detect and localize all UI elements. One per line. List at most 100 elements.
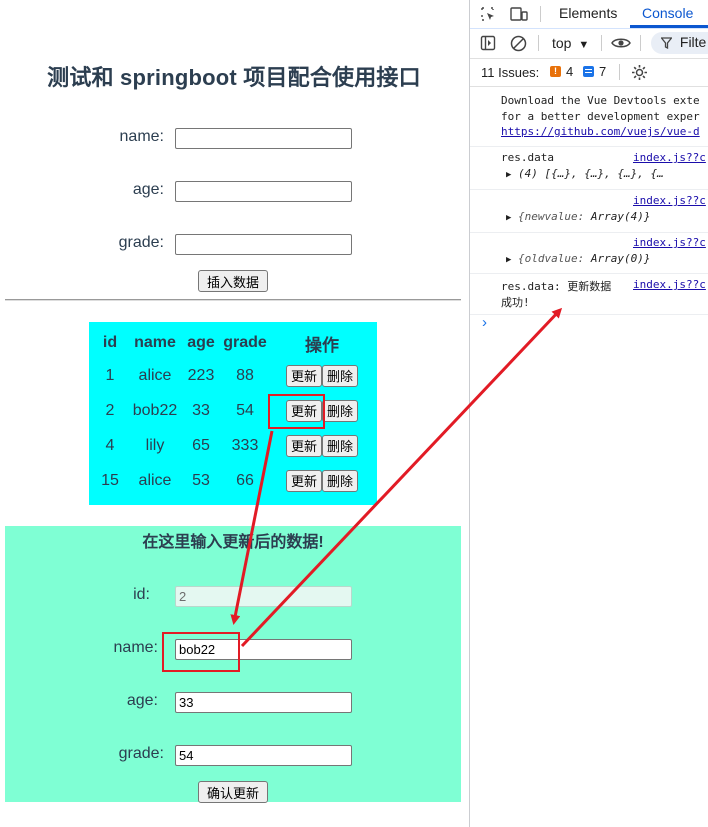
sidebar-toggle-icon[interactable] xyxy=(480,35,496,51)
device-toolbar-icon[interactable] xyxy=(510,6,528,22)
console-prompt-icon[interactable]: › xyxy=(482,314,487,331)
grade-label: grade: xyxy=(118,234,164,251)
delete-button[interactable]: 删除 xyxy=(322,434,359,457)
update-grade-input[interactable] xyxy=(175,745,352,766)
col-header-id: id xyxy=(102,334,118,351)
table-row: 2 bob22 33 54 更新 删除 xyxy=(94,393,372,428)
tab-console[interactable]: Console xyxy=(642,5,693,21)
update-grade-label: grade: xyxy=(118,745,164,762)
cell-id: 4 xyxy=(105,436,115,454)
issues-bar: 11 Issues: ! 4 7 xyxy=(470,58,708,87)
settings-gear-icon[interactable] xyxy=(631,64,648,81)
dropdown-arrow-icon: ▼ xyxy=(578,39,590,51)
source-link[interactable]: index.js??c xyxy=(633,236,706,249)
col-header-actions: 操作 xyxy=(305,335,339,355)
toolbar-separator xyxy=(538,35,539,51)
message-link[interactable]: https://github.com/vuejs/vue-d xyxy=(501,125,700,138)
name-label: name: xyxy=(119,128,164,145)
message-text: res.data: 更新数据 xyxy=(501,280,612,293)
context-label: top xyxy=(552,35,572,51)
update-title: 在这里输入更新后的数据! xyxy=(142,534,324,551)
update-name-label: name: xyxy=(113,639,158,656)
cell-age: 53 xyxy=(192,471,210,489)
devtools-tabbar: Elements Console xyxy=(470,0,708,29)
info-icon xyxy=(583,66,594,77)
insert-button[interactable]: 插入数据 xyxy=(198,270,268,292)
table-row: 4 lily 65 333 更新 删除 xyxy=(94,428,372,463)
source-link[interactable]: index.js??c xyxy=(633,151,706,164)
update-button[interactable]: 更新 xyxy=(285,434,322,457)
inspect-element-icon[interactable] xyxy=(480,6,496,22)
expandable-object[interactable]: ▶ {newvalue: Array(4)} xyxy=(506,210,651,223)
data-table: id name age grade 操作 1 alice 223 88 更新 删除… xyxy=(92,328,374,498)
table-header-row: id name age grade 操作 xyxy=(94,328,372,358)
cell-actions: 更新 删除 xyxy=(272,428,372,463)
issues-label[interactable]: 11 Issues: xyxy=(481,65,539,80)
devtools-panel: Elements Console top ▼ Filte 11 Issues: … xyxy=(469,0,708,827)
object-value: Array(4)} xyxy=(590,210,651,223)
toolbar-separator xyxy=(540,6,541,22)
confirm-update-button[interactable]: 确认更新 xyxy=(198,781,268,803)
app-panel: 测试和 springboot 项目配合使用接口 name: age: grade… xyxy=(0,0,468,827)
update-age-label: age: xyxy=(126,692,158,709)
cell-id: 15 xyxy=(101,471,119,489)
table-row: 1 alice 223 88 更新 删除 xyxy=(94,358,372,393)
message-text: res.data xyxy=(501,151,554,164)
cell-grade: 88 xyxy=(236,366,254,384)
col-header-age: age xyxy=(187,334,215,351)
expand-triangle-icon: ▶ xyxy=(506,170,512,180)
update-button[interactable]: 更新 xyxy=(285,469,322,492)
console-message: index.js??c ▶ {newvalue: Array(4)} xyxy=(470,190,708,233)
source-link[interactable]: index.js??c xyxy=(633,278,706,291)
toolbar-separator xyxy=(640,35,641,51)
table-row: 15 alice 53 66 更新 删除 xyxy=(94,463,372,498)
console-toolbar: top ▼ Filte xyxy=(470,28,708,59)
issues-warning-count: 4 xyxy=(566,64,574,79)
update-button[interactable]: 更新 xyxy=(285,364,322,387)
object-preview: (4) [{…}, {…}, {…}, {… xyxy=(518,167,664,180)
filter-icon xyxy=(660,37,673,50)
live-expression-eye-icon[interactable] xyxy=(611,35,631,51)
object-value: Array(0)} xyxy=(590,252,651,265)
message-text: 成功! xyxy=(501,296,530,309)
expandable-object[interactable]: ▶ (4) [{…}, {…}, {…}, {… xyxy=(506,167,664,180)
delete-button[interactable]: 删除 xyxy=(322,364,359,387)
source-link[interactable]: index.js??c xyxy=(633,194,706,207)
age-label: age: xyxy=(132,181,164,198)
cell-age: 223 xyxy=(187,366,215,384)
tab-elements[interactable]: Elements xyxy=(559,5,617,21)
name-input[interactable] xyxy=(175,128,352,149)
console-message: Download the Vue Devtools exte for a bet… xyxy=(470,88,708,147)
cell-id: 1 xyxy=(105,366,115,384)
filter-placeholder: Filte xyxy=(679,34,707,50)
cell-grade: 54 xyxy=(236,401,254,419)
col-header-grade: grade xyxy=(223,334,267,351)
age-input[interactable] xyxy=(175,181,352,202)
cell-name: alice xyxy=(138,471,172,489)
cell-name: bob22 xyxy=(132,401,178,419)
update-age-input[interactable] xyxy=(175,692,352,713)
page-title: 测试和 springboot 项目配合使用接口 xyxy=(47,65,421,90)
warning-icon: ! xyxy=(550,66,561,77)
delete-button[interactable]: 删除 xyxy=(322,469,359,492)
message-text: for a better development exper xyxy=(501,110,700,123)
object-key: {oldvalue: xyxy=(518,252,585,265)
cell-grade: 333 xyxy=(231,436,259,454)
cell-id: 2 xyxy=(105,401,115,419)
console-message: res.data: 更新数据 index.js??c 成功! xyxy=(470,274,708,315)
filter-box[interactable]: Filte xyxy=(651,32,708,54)
grade-input[interactable] xyxy=(175,234,352,255)
highlight-box-update-button xyxy=(268,394,325,429)
update-id-input xyxy=(175,586,352,607)
console-message: res.data index.js??c ▶ (4) [{…}, {…}, {…… xyxy=(470,147,708,190)
delete-button[interactable]: 删除 xyxy=(322,399,359,422)
console-message: index.js??c ▶ {oldvalue: Array(0)} xyxy=(470,233,708,274)
update-id-label: id: xyxy=(133,586,150,603)
context-selector[interactable]: top ▼ xyxy=(552,35,589,51)
clear-console-icon[interactable] xyxy=(510,35,527,52)
expandable-object[interactable]: ▶ {oldvalue: Array(0)} xyxy=(506,252,651,265)
highlight-box-name-input xyxy=(162,632,240,672)
cell-actions: 更新 删除 xyxy=(272,463,372,498)
message-text: Download the Vue Devtools exte xyxy=(501,94,700,107)
cell-name: alice xyxy=(138,366,172,384)
